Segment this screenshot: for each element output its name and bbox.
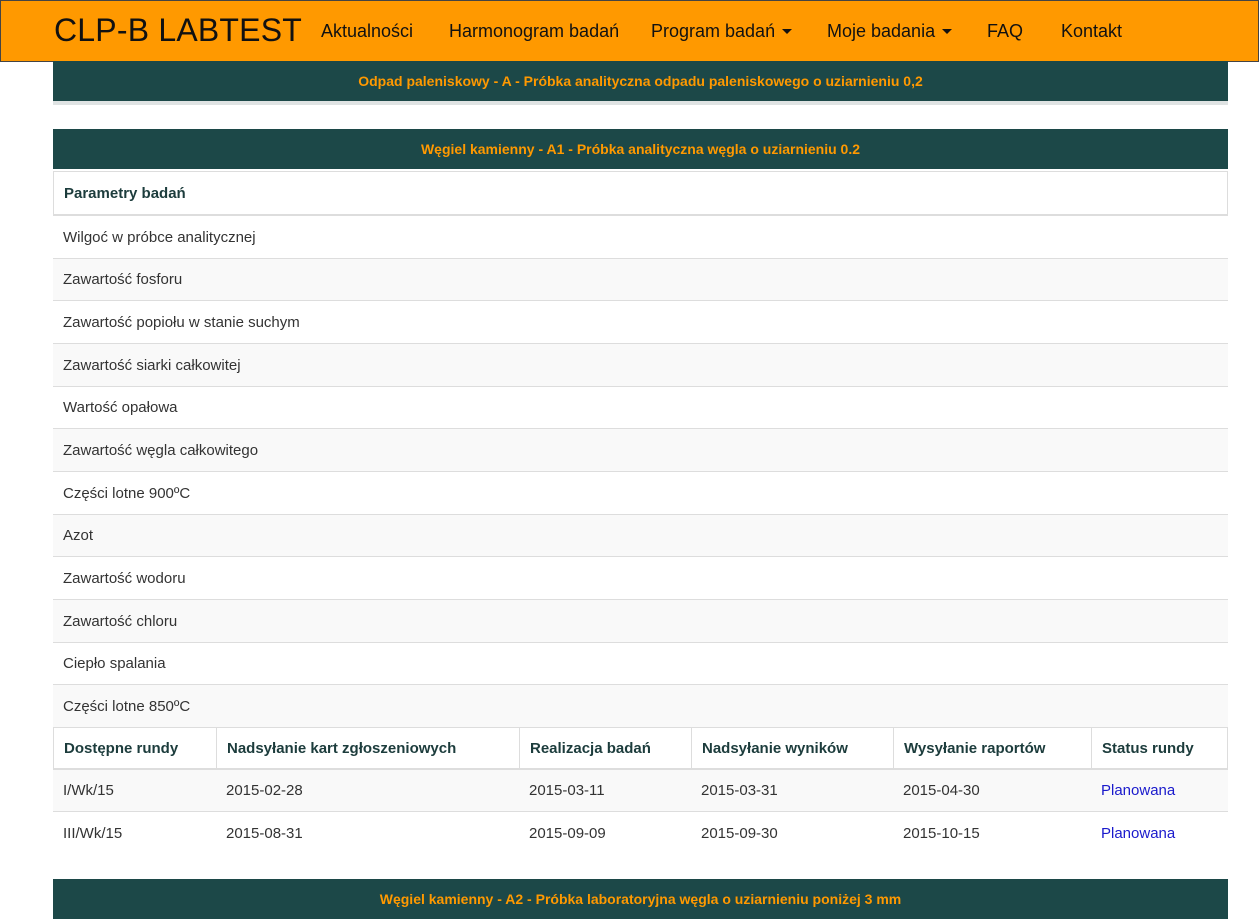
table-row: Części lotne 850ºC — [53, 684, 1228, 727]
table-row: Zawartość chloru — [53, 599, 1228, 642]
nav-item-label: Harmonogram badań — [449, 21, 620, 41]
nav-item-faq[interactable]: FAQ — [987, 20, 1023, 42]
table-row: Zawartość wodoru — [53, 556, 1228, 599]
table-row: Wilgoć w próbce analitycznej — [53, 215, 1228, 258]
round-date-realization: 2015-03-11 — [529, 782, 605, 799]
param-cell: Ciepło spalania — [63, 655, 166, 672]
col-header: Nadsyłanie kart zgłoszeniowych — [217, 728, 520, 768]
nav-item-label: Program badań — [651, 21, 776, 41]
nav-item-label: Aktualności — [321, 21, 414, 41]
param-cell: Azot — [63, 527, 94, 544]
nav-item-label: Moje badania — [827, 21, 936, 41]
param-cell: Części lotne 900ºC — [63, 484, 191, 502]
param-cell: Części lotne 850ºC — [63, 697, 191, 715]
param-cell: Zawartość siarki całkowitej — [63, 356, 241, 374]
round-date-reports: 2015-10-15 — [903, 824, 980, 842]
param-cell: Zawartość fosforu — [63, 271, 183, 288]
col-header: Dostępne rundy — [54, 728, 217, 768]
brand-logo[interactable]: CLP-B LABTEST — [54, 12, 302, 48]
nav-item-kontakt[interactable]: Kontakt — [1061, 20, 1122, 42]
top-navbar: CLP-B LABTEST Aktualności Harmonogram ba… — [0, 0, 1259, 62]
col-header: Status rundy — [1102, 739, 1194, 757]
nav-item-label: Kontakt — [1061, 21, 1123, 41]
panel-heading-odpad-a[interactable]: Odpad paleniskowy - A - Próbka analitycz… — [53, 61, 1228, 101]
table-row: Azot — [53, 514, 1228, 556]
round-date-results: 2015-09-30 — [701, 824, 778, 842]
round-status-link[interactable]: Planowana — [1101, 825, 1175, 842]
param-cell: Wilgoć w próbce analitycznej — [63, 228, 256, 246]
param-cell: Zawartość wodoru — [63, 569, 186, 587]
param-cell: Zawartość popiołu w stanie suchym — [63, 313, 300, 331]
table-row: Zawartość siarki całkowitej — [53, 343, 1228, 386]
panel-divider — [53, 101, 1228, 105]
nav-item-moje-badania[interactable]: Moje badania — [827, 20, 953, 42]
nav-item-program-badan[interactable]: Program badań — [651, 20, 793, 42]
rounds-header-row: Dostępne rundy Nadsyłanie kart zgłoszeni… — [53, 727, 1228, 769]
table-row: Części lotne 900ºC — [53, 471, 1228, 514]
param-cell: Wartość opałowa — [63, 399, 178, 416]
params-header-row: Parametry badań — [53, 171, 1228, 215]
table-row: Wartość opałowa — [53, 386, 1228, 428]
round-name: I/Wk/15 — [63, 782, 114, 799]
col-header: Nadsyłanie wyników — [692, 728, 894, 768]
table-row: III/Wk/15 2015-08-31 2015-09-09 2015-09-… — [53, 811, 1228, 854]
params-header: Parametry badań — [64, 184, 186, 202]
round-name: III/Wk/15 — [63, 824, 123, 842]
nav-item-harmonogram[interactable]: Harmonogram badań — [449, 20, 619, 42]
caret-down-icon — [942, 29, 953, 34]
round-date-realization: 2015-09-09 — [529, 824, 606, 842]
param-cell: Zawartość chloru — [63, 612, 178, 630]
table-row: Ciepło spalania — [53, 642, 1228, 684]
table-row: Zawartość węgla całkowitego — [53, 428, 1228, 471]
round-status-link[interactable]: Planowana — [1101, 782, 1175, 799]
round-date-reports: 2015-04-30 — [903, 782, 980, 799]
col-header: Realizacja badań — [520, 728, 692, 768]
nav-item-aktualnosci[interactable]: Aktualności — [321, 20, 413, 42]
table-row: I/Wk/15 2015-02-28 2015-03-11 2015-03-31… — [53, 769, 1228, 811]
panel-heading-wegiel-a1[interactable]: Węgiel kamienny - A1 - Próbka analityczn… — [53, 129, 1228, 169]
round-date-results: 2015-03-31 — [701, 782, 778, 799]
round-date-applications: 2015-02-28 — [226, 782, 303, 799]
param-cell: Zawartość węgla całkowitego — [63, 441, 259, 459]
caret-down-icon — [782, 29, 793, 34]
table-row: Zawartość fosforu — [53, 258, 1228, 300]
table-row: Zawartość popiołu w stanie suchym — [53, 300, 1228, 343]
panel-heading-wegiel-a2[interactable]: Węgiel kamienny - A2 - Próbka laboratory… — [53, 879, 1228, 919]
nav-item-label: FAQ — [987, 21, 1024, 41]
round-date-applications: 2015-08-31 — [226, 824, 303, 842]
col-header: Wysyłanie raportów — [894, 728, 1092, 768]
